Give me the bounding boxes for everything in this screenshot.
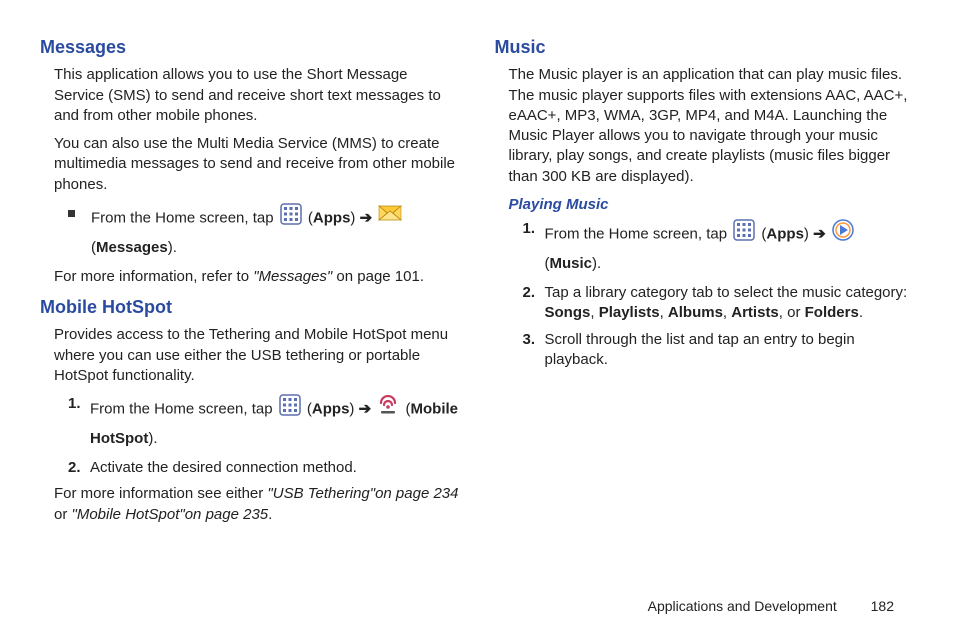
num-2: 2. [68, 458, 90, 478]
cat-playlists: Playlists [599, 304, 660, 321]
messages-p1: This application allows you to use the S… [40, 65, 460, 126]
hotspot-li2: 2. Activate the desired connection metho… [68, 458, 460, 478]
footer-page-number: 182 [871, 598, 894, 614]
li1-pre: From the Home screen, tap [90, 401, 277, 418]
bullet-icon [68, 210, 75, 217]
playing-li1: 1. From the Home screen, tap (Apps) ➔ (M… [523, 219, 915, 277]
messages-ref: For more information, refer to "Messages… [40, 267, 460, 287]
heading-messages: Messages [40, 35, 460, 59]
cat-artists: Artists [731, 304, 779, 321]
apps-icon [733, 219, 755, 250]
messages-icon [378, 205, 402, 232]
apps-icon [279, 394, 301, 425]
apps-icon [280, 203, 302, 234]
messages-label: Messages [96, 239, 168, 256]
hotspot-list: 1. From the Home screen, tap (Apps) ➔ (M… [40, 394, 460, 478]
ref-pre: For more information, refer to [54, 268, 253, 285]
hsref-b: "USB Tethering"on page 234 [267, 485, 458, 502]
music-icon [832, 219, 854, 250]
cat-songs: Songs [545, 304, 591, 321]
music-label: Music [550, 255, 593, 272]
playing-list: 1. From the Home screen, tap (Apps) ➔ (M… [495, 219, 915, 370]
footer-section: Applications and Development [648, 598, 837, 614]
page-footer: Applications and Development 182 [648, 597, 894, 616]
playing-li2: 2. Tap a library category tab to select … [523, 283, 915, 324]
apps-label: Apps [313, 209, 351, 226]
arrow-icon: ➔ [359, 401, 372, 418]
apps-label: Apps [766, 226, 804, 243]
left-column: Messages This application allows you to … [40, 35, 460, 533]
hsref-a: For more information see either [54, 485, 267, 502]
num-1: 1. [68, 394, 90, 414]
bullet-pre: From the Home screen, tap [91, 209, 278, 226]
num-1: 1. [523, 219, 545, 239]
hotspot-p1: Provides access to the Tethering and Mob… [40, 325, 460, 386]
hotspot-icon [377, 395, 399, 424]
apps-label: Apps [312, 401, 350, 418]
messages-bullet: From the Home screen, tap (Apps) ➔ (Mess… [40, 203, 460, 261]
subheading-playing-music: Playing Music [495, 195, 915, 215]
li2-text: Activate the desired connection method. [90, 458, 460, 478]
heading-hotspot: Mobile HotSpot [40, 295, 460, 319]
pl2-pre: Tap a library category tab to select the… [545, 284, 908, 301]
ref-post: on page 101. [332, 268, 424, 285]
pl3-text: Scroll through the list and tap an entry… [545, 330, 915, 371]
cat-albums: Albums [668, 304, 723, 321]
music-p1: The Music player is an application that … [495, 65, 915, 187]
right-column: Music The Music player is an application… [495, 35, 915, 533]
arrow-icon: ➔ [360, 209, 373, 226]
num-3: 3. [523, 330, 545, 350]
hsref-c: or [54, 506, 72, 523]
hotspot-ref: For more information see either "USB Tet… [40, 484, 460, 525]
hsref-d: "Mobile HotSpot"on page 235 [72, 506, 269, 523]
cat-or: , or [779, 304, 805, 321]
pl1-pre: From the Home screen, tap [545, 226, 732, 243]
heading-music: Music [495, 35, 915, 59]
messages-p2: You can also use the Multi Media Service… [40, 134, 460, 195]
hotspot-li1: 1. From the Home screen, tap (Apps) ➔ (M… [68, 394, 460, 452]
ref-link: "Messages" [253, 268, 332, 285]
cat-folders: Folders [805, 304, 859, 321]
num-2: 2. [523, 283, 545, 303]
arrow-icon: ➔ [813, 226, 826, 243]
playing-li3: 3. Scroll through the list and tap an en… [523, 330, 915, 371]
